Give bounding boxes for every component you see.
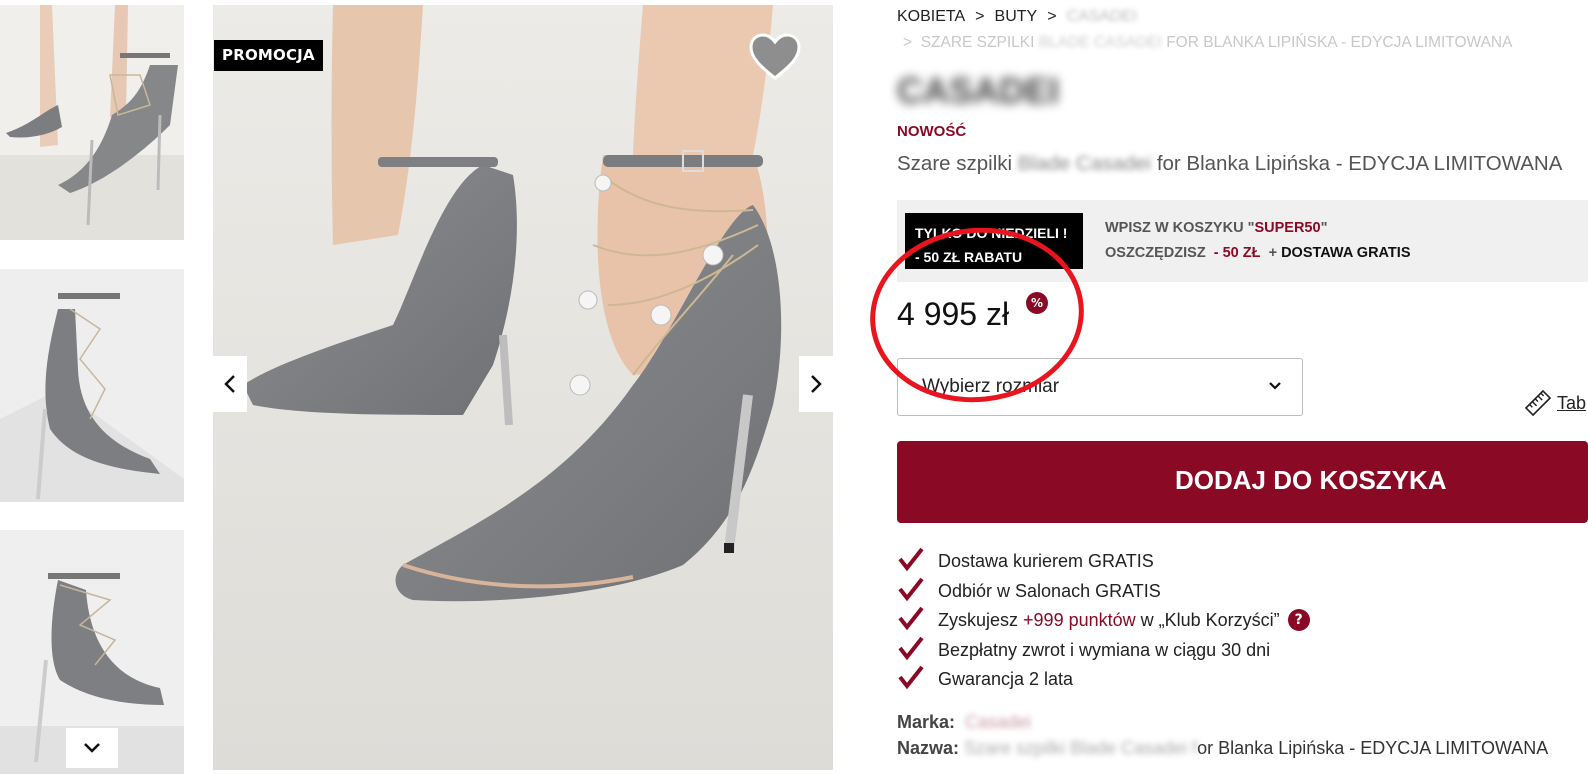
promo-box: TYLKO DO NIEDZIELI ! - 50 ZŁ RABATU WPIS… [897,200,1588,282]
price: 4 995 zł [897,296,1010,332]
promo-line1-suffix: " [1320,220,1328,236]
promo-plus: + [1268,245,1278,261]
help-icon[interactable]: ? [1287,609,1310,632]
promo-discount: - 50 ZŁ [1213,245,1261,261]
breadcrumb-current-suffix: FOR BLANKA LIPIŃSKA - EDYCJA LIMITOWANA [1166,34,1513,51]
breadcrumb: KOBIETA > BUTY > CASADEI [897,8,1137,26]
breadcrumb-item-brand[interactable]: CASADEI [1067,8,1137,26]
checkmark-icon [898,665,924,690]
promo-text: WPISZ W KOSZYKU "SUPER50" OSZCZĘDZISZ - … [1105,216,1411,266]
promo-code: SUPER50 [1254,220,1321,236]
checkmark-icon [898,606,924,631]
size-table-label: Tab [1557,392,1587,413]
benefit-text: Dostawa kurierem GRATIS [938,551,1154,571]
chevron-left-icon [224,375,235,393]
breadcrumb-current-blurred: BLADE CASADEI [1038,34,1162,51]
product-info-panel: KOBIETA > BUTY > CASADEI > SZARE SZPILKI BLA… [897,0,1588,774]
thumbnail-column [0,0,184,774]
meta-name-row: Nazwa: Szare szpilki Blade Casadei for B… [897,738,1548,764]
breadcrumb-item-kobieta[interactable]: KOBIETA [897,8,965,26]
breadcrumb-separator: > [975,8,985,25]
benefit-text: Odbiór w Salonach GRATIS [938,580,1161,601]
size-select-placeholder: Wybierz rozmiar [922,376,1060,397]
checkmark-icon [898,636,924,660]
favorite-button[interactable] [748,32,802,84]
chevron-down-icon [1269,382,1281,390]
promo-badge: PROMOCJA [214,40,323,71]
discount-percent-badge: % [1026,292,1048,314]
benefit-text: Zyskujesz +999 punktów w „Klub Korzyści”… [938,609,1310,632]
benefit-points-prefix: Zyskujesz [938,610,1024,630]
meta-name-label: Nazwa: [897,738,960,758]
thumbnails-scroll-down-button[interactable] [66,728,118,768]
meta-name-visible: or Blanka Lipińska - EDYCJA LIMITOWANA [1197,738,1549,758]
main-product-image [213,5,833,770]
benefit-points-mid: w [1135,610,1159,630]
product-name-suffix: for Blanka Lipińska - EDYCJA LIMITOWANA [1156,152,1563,175]
meta-name-blurred: Szare szpilki Blade Casadei f [964,738,1198,758]
benefit-points-value: +999 punktów [1023,610,1136,630]
chevron-down-icon [84,743,100,753]
promo-deadline-badge: TYLKO DO NIEDZIELI ! - 50 ZŁ RABATU [905,213,1083,269]
breadcrumb-current: > SZARE SZPILKI BLADE CASADEI FOR BLANKA… [903,34,1512,52]
benefit-text: Gwarancja 2 lata [938,669,1074,689]
promo-free-delivery: DOSTAWA GRATIS [1281,245,1411,261]
promo-badge-line2: - 50 ZŁ RABATU [915,249,1023,265]
breadcrumb-item-buty[interactable]: BUTY [995,8,1038,26]
thumbnail-1[interactable] [0,5,184,240]
product-details: Marka: Casadei Nazwa: Szare szpilki Blad… [897,712,1548,764]
checkmark-icon [898,577,924,601]
size-table-link[interactable]: Tab [1525,390,1586,416]
meta-brand-label: Marka: [897,712,956,732]
chevron-right-icon [811,375,822,393]
product-name-prefix: Szare szpilki [897,152,1013,175]
promo-line2-prefix: OSZCZĘDZISZ [1105,245,1206,261]
breadcrumb-separator: > [1047,8,1057,25]
product-name: Szare szpilki Blade Casadei for Blanka L… [897,152,1562,176]
gallery-prev-button[interactable] [213,356,247,412]
breadcrumb-separator: > [903,34,913,51]
meta-brand-row: Marka: Casadei [897,712,1548,738]
gallery-next-button[interactable] [799,356,833,412]
promo-badge-line1: TYLKO DO NIEDZIELI ! [915,225,1068,241]
ruler-icon [1525,390,1551,416]
meta-brand-value[interactable]: Casadei [965,712,1031,732]
thumbnail-2[interactable] [0,269,184,502]
brand-title[interactable]: CASADEI [897,70,1059,112]
size-select[interactable]: Wybierz rozmiar [897,358,1303,416]
add-to-cart-button[interactable]: DODAJ DO KOSZYKA [897,441,1588,523]
benefit-club-name: „Klub Korzyści” [1158,610,1280,630]
benefit-text: Bezpłatny zwrot i wymiana w ciągu 30 dni [938,639,1271,660]
new-label: NOWOŚĆ [897,123,967,140]
product-name-blurred: Blade Casadei [1017,152,1152,175]
heart-icon [749,33,801,80]
checkmark-icon [898,547,924,572]
promo-line1-prefix: WPISZ W KOSZYKU " [1105,220,1255,236]
breadcrumb-current-prefix: SZARE SZPILKI [920,34,1035,51]
